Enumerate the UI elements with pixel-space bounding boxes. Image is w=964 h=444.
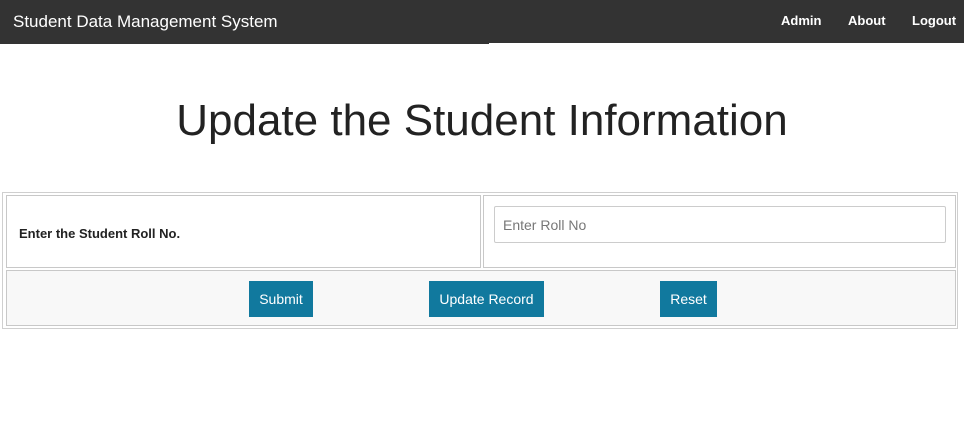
nav-link-logout[interactable]: Logout xyxy=(912,13,956,28)
roll-number-input[interactable] xyxy=(494,206,946,243)
roll-label-cell: Enter the Student Roll No. xyxy=(6,195,481,268)
roll-number-label: Enter the Student Roll No. xyxy=(19,226,181,241)
brand-title[interactable]: Student Data Management System xyxy=(13,12,278,32)
nav-link-about[interactable]: About xyxy=(848,13,886,28)
update-record-button[interactable]: Update Record xyxy=(429,281,544,317)
navbar-divider xyxy=(489,43,964,44)
page-title: Update the Student Information xyxy=(176,96,788,145)
nav-link-admin[interactable]: Admin xyxy=(781,13,821,28)
submit-button[interactable]: Submit xyxy=(249,281,313,317)
reset-button[interactable]: Reset xyxy=(660,281,717,317)
update-form-table: Enter the Student Roll No. Submit Update… xyxy=(2,192,958,329)
top-navbar: Student Data Management System Admin Abo… xyxy=(0,0,964,44)
button-row: Submit Update Record Reset xyxy=(6,270,956,326)
roll-input-cell xyxy=(483,195,956,268)
